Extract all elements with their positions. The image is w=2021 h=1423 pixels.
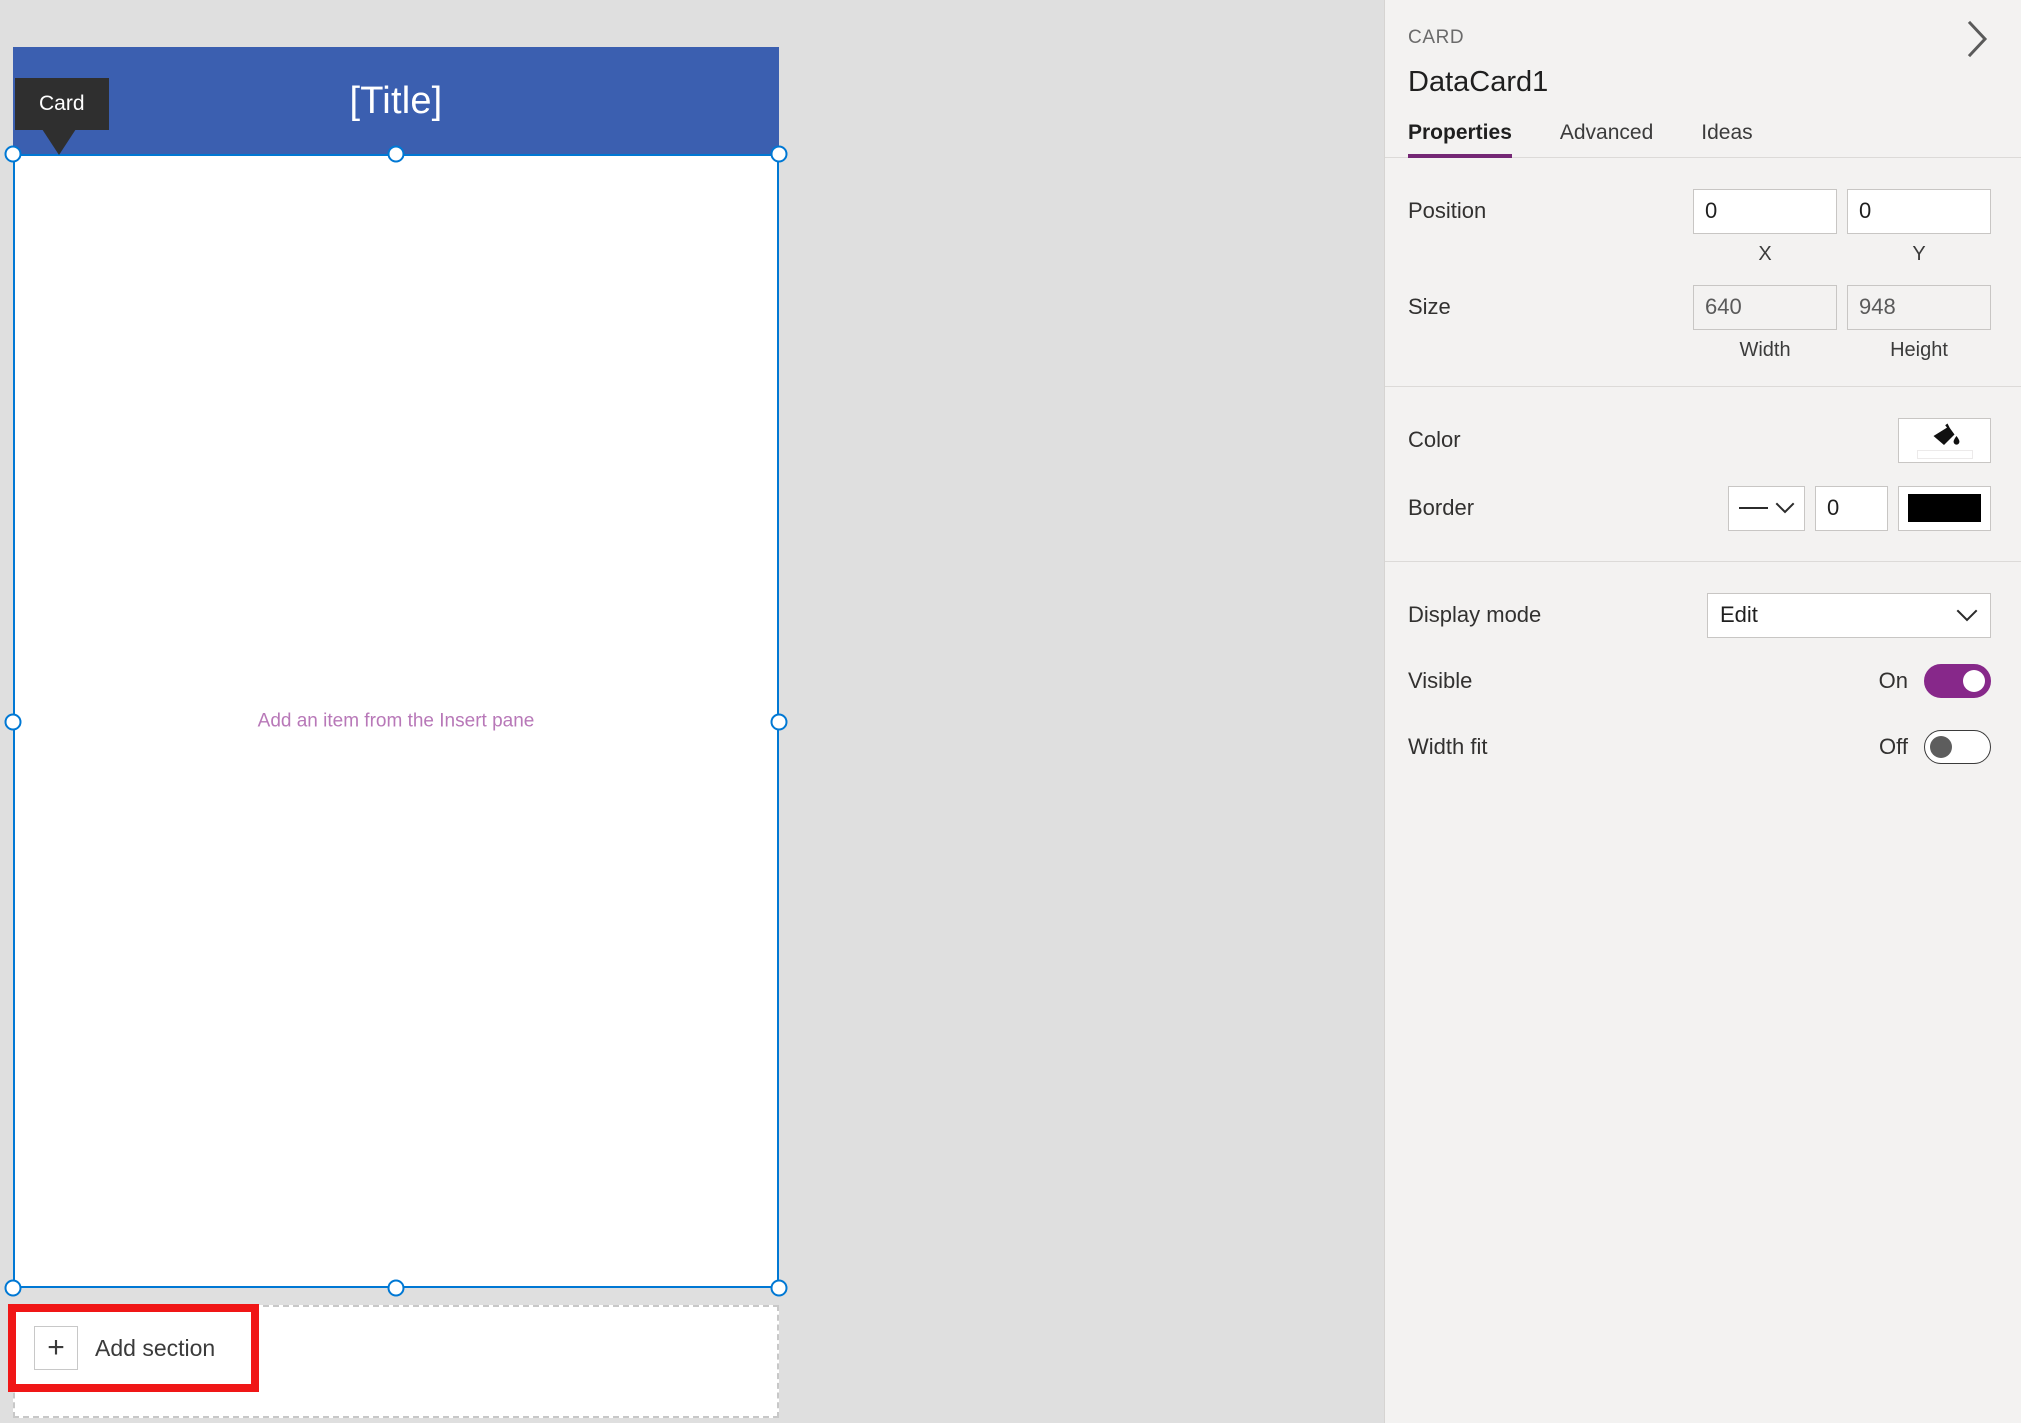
resize-handle-bottom-right[interactable] [770, 1279, 788, 1297]
width-fit-state-label: Off [1879, 734, 1908, 759]
display-mode-label: Display mode [1408, 602, 1542, 627]
display-mode-controls: Edit [1707, 592, 1991, 638]
panel-kicker-label: CARD [1408, 27, 1465, 48]
section-position-size: Position X Y Size [1385, 158, 2021, 387]
add-section-label: Add section [95, 1334, 216, 1361]
toggle-knob [1963, 670, 1985, 692]
size-height-input[interactable] [1847, 284, 1991, 330]
width-fit-row: Width fit Off [1408, 720, 1991, 774]
border-controls [1728, 485, 1991, 531]
canvas-area: [Title] Add an item from the Insert pane… [0, 0, 1384, 1423]
visible-toggle[interactable] [1924, 664, 1991, 698]
chevron-down-icon [1775, 502, 1794, 514]
width-fit-label: Width fit [1408, 734, 1488, 759]
position-sublabels: X Y [1408, 244, 1991, 264]
card-header-bar[interactable]: [Title] [13, 47, 779, 154]
size-label: Size [1408, 294, 1451, 319]
card-tooltip-tail [42, 129, 76, 155]
size-height-sublabel: Height [1890, 339, 1948, 361]
panel-header: CARD DataCard1 [1385, 0, 2021, 97]
tab-advanced[interactable]: Advanced [1560, 122, 1653, 157]
width-fit-controls: Off [1879, 730, 1991, 764]
position-y-sublabel: Y [1912, 243, 1926, 265]
size-row: Size [1408, 280, 1991, 334]
solid-line-icon [1738, 507, 1768, 509]
size-width-sublabel: Width [1739, 339, 1791, 361]
size-sublabels: Width Height [1408, 340, 1991, 360]
tab-properties[interactable]: Properties [1408, 122, 1512, 158]
display-mode-row: Display mode Edit [1408, 588, 1991, 642]
display-mode-value: Edit [1720, 602, 1758, 627]
size-width-input[interactable] [1693, 284, 1837, 330]
position-x-sublabel: X [1758, 243, 1772, 265]
resize-handle-middle-right[interactable] [770, 713, 788, 731]
toggle-knob [1930, 736, 1952, 758]
add-section-button[interactable]: + Add section [16, 1312, 251, 1384]
border-color-button[interactable] [1898, 485, 1991, 531]
border-style-dropdown[interactable] [1728, 485, 1805, 531]
card-title-text: [Title] [349, 79, 443, 122]
panel-title: DataCard1 [1408, 66, 1549, 98]
color-label: Color [1408, 427, 1461, 452]
plus-icon-glyph: + [47, 1331, 65, 1364]
panel-tabs: Properties Advanced Ideas [1385, 122, 2021, 158]
add-section-highlight: + Add section [8, 1304, 259, 1392]
chevron-right-icon[interactable] [1957, 18, 1999, 60]
resize-handle-middle-left[interactable] [4, 713, 22, 731]
app-root: [Title] Add an item from the Insert pane… [0, 0, 2021, 1423]
datacard-body[interactable]: Add an item from the Insert pane [13, 154, 779, 1288]
chevron-down-icon [1956, 609, 1978, 621]
position-y-input[interactable] [1847, 188, 1991, 234]
visible-row: Visible On [1408, 654, 1991, 708]
plus-icon: + [34, 1326, 78, 1370]
resize-handle-top-right[interactable] [770, 145, 788, 163]
properties-panel: CARD DataCard1 Properties Advanced Ideas… [1384, 0, 2021, 1423]
size-controls [1693, 284, 1991, 330]
resize-handle-top-left[interactable] [4, 145, 22, 163]
position-label: Position [1408, 198, 1487, 223]
position-controls [1693, 188, 1991, 234]
display-mode-dropdown[interactable]: Edit [1707, 592, 1991, 638]
border-thickness-input[interactable] [1815, 485, 1888, 531]
border-color-swatch [1908, 494, 1981, 522]
tab-ideas[interactable]: Ideas [1701, 122, 1752, 157]
fill-color-swatch [1916, 449, 1973, 459]
card-placeholder-text: Add an item from the Insert pane [257, 710, 535, 732]
border-label: Border [1408, 495, 1475, 520]
position-x-input[interactable] [1693, 188, 1837, 234]
resize-handle-bottom-center[interactable] [387, 1279, 405, 1297]
color-controls [1898, 417, 1991, 463]
fill-color-button[interactable] [1898, 417, 1991, 463]
card-tooltip-badge: Card [15, 78, 109, 130]
visible-label: Visible [1408, 668, 1473, 693]
section-behavior: Display mode Edit Visible On Width fit O… [1385, 562, 2021, 800]
paint-bucket-icon [1933, 423, 1959, 445]
resize-handle-top-center[interactable] [387, 145, 405, 163]
border-row: Border [1408, 481, 1991, 535]
section-color-border: Color Border [1385, 387, 2021, 562]
position-row: Position [1408, 184, 1991, 238]
color-row: Color [1408, 413, 1991, 467]
visible-state-label: On [1878, 668, 1908, 693]
resize-handle-bottom-left[interactable] [4, 1279, 22, 1297]
visible-controls: On [1879, 664, 1991, 698]
width-fit-toggle[interactable] [1924, 730, 1991, 764]
